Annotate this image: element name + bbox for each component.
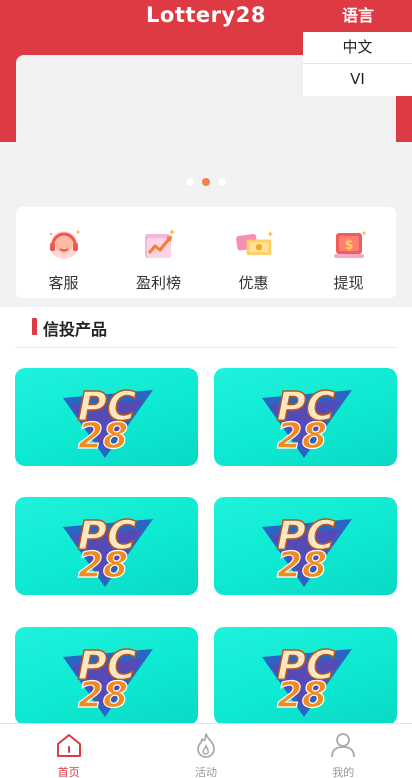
app-page: Lottery28 语言 中文 VI 客服 盈利榜 优惠 $ 提现 信投产品 P… bbox=[0, 0, 412, 778]
pc28-logo-icon: PC 28 bbox=[63, 642, 153, 717]
card-logo-bottom: 28 bbox=[78, 416, 128, 457]
product-card-pc28[interactable]: PC 28 bbox=[214, 627, 397, 725]
pc28-logo-icon: PC 28 bbox=[262, 512, 352, 587]
card-logo-bottom: 28 bbox=[277, 545, 327, 586]
quick-item-label: 优惠 bbox=[238, 274, 269, 292]
quick-item-discount[interactable]: 优惠 bbox=[206, 207, 301, 298]
quick-item-label: 提现 bbox=[333, 274, 364, 292]
profit-chart-icon bbox=[139, 224, 179, 264]
language-option-zh[interactable]: 中文 bbox=[303, 32, 412, 64]
quick-item-profit-ranking[interactable]: 盈利榜 bbox=[111, 207, 206, 298]
tab-activity[interactable]: 活动 bbox=[137, 724, 274, 778]
tab-label: 首页 bbox=[57, 766, 80, 778]
card-logo-bottom: 28 bbox=[277, 416, 327, 457]
language-option-vi[interactable]: VI bbox=[303, 64, 412, 96]
customer-service-icon bbox=[44, 224, 84, 264]
svg-text:$: $ bbox=[344, 238, 353, 253]
language-button[interactable]: 语言 bbox=[332, 5, 384, 27]
product-card-pc28[interactable]: PC 28 bbox=[15, 627, 198, 725]
product-card-pc28[interactable]: PC 28 bbox=[15, 497, 198, 595]
card-logo-bottom: 28 bbox=[277, 675, 327, 716]
coupon-icon bbox=[234, 224, 274, 264]
tab-mine[interactable]: 我的 bbox=[275, 724, 412, 778]
carousel-dot-active[interactable] bbox=[202, 178, 210, 186]
withdraw-icon: $ bbox=[329, 224, 369, 264]
card-logo-bottom: 28 bbox=[78, 545, 128, 586]
quick-menu: 客服 盈利榜 优惠 $ 提现 bbox=[16, 207, 396, 298]
pc28-logo-icon: PC 28 bbox=[63, 512, 153, 587]
tab-label: 活动 bbox=[194, 766, 217, 778]
quick-item-customer-service[interactable]: 客服 bbox=[16, 207, 111, 298]
flame-icon bbox=[192, 732, 220, 762]
language-menu: 中文 VI bbox=[303, 32, 412, 96]
pc28-logo-icon: PC 28 bbox=[262, 383, 352, 458]
carousel-dot[interactable] bbox=[218, 178, 226, 186]
section-header: 信投产品 bbox=[15, 307, 397, 348]
quick-item-label: 客服 bbox=[48, 274, 79, 292]
card-logo-bottom: 28 bbox=[78, 675, 128, 716]
section-accent-bar bbox=[32, 318, 37, 335]
carousel-dots bbox=[0, 178, 412, 186]
home-icon bbox=[55, 732, 83, 762]
product-card-pc28[interactable]: PC 28 bbox=[214, 497, 397, 595]
tab-home[interactable]: 首页 bbox=[0, 724, 137, 778]
product-card-pc28[interactable]: PC 28 bbox=[214, 368, 397, 466]
quick-item-label: 盈利榜 bbox=[135, 274, 181, 292]
product-card-pc28[interactable]: PC 28 bbox=[15, 368, 198, 466]
tab-label: 我的 bbox=[332, 766, 355, 778]
pc28-logo-icon: PC 28 bbox=[262, 642, 352, 717]
pc28-logo-icon: PC 28 bbox=[63, 383, 153, 458]
section-title: 信投产品 bbox=[43, 320, 108, 339]
quick-item-withdraw[interactable]: $ 提现 bbox=[301, 207, 396, 298]
bottom-tabbar: 首页 活动 我的 bbox=[0, 723, 412, 778]
carousel-dot[interactable] bbox=[186, 178, 194, 186]
user-icon bbox=[329, 732, 357, 762]
